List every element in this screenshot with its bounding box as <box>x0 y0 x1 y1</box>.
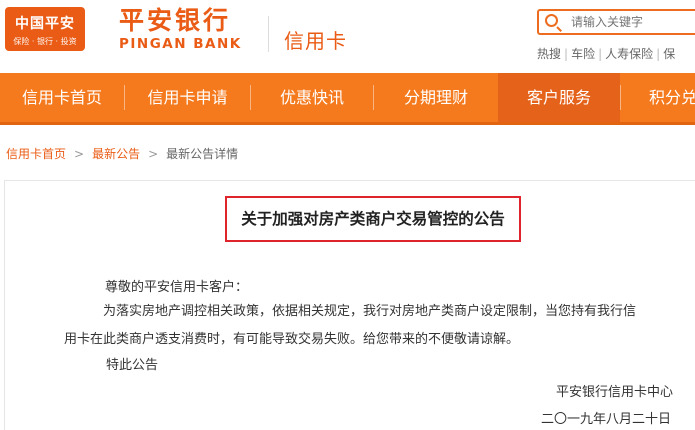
chevron-right-icon: > <box>148 147 159 161</box>
breadcrumb: 信用卡首页 > 最新公告 > 最新公告详情 <box>6 145 238 162</box>
hot-separator: | <box>656 47 661 61</box>
nav-item-installment[interactable]: 分期理财 <box>374 73 498 122</box>
breadcrumb-latest-notices[interactable]: 最新公告 <box>92 147 140 161</box>
nav-item-card-home[interactable]: 信用卡首页 <box>0 73 124 122</box>
breadcrumb-current: 最新公告详情 <box>166 147 239 161</box>
site-header: 中国平安 保险 · 银行 · 投资 平安银行 PINGAN BANK 信用卡 热… <box>0 0 695 73</box>
main-nav: 信用卡首页 信用卡申请 优惠快讯 分期理财 客户服务 积分兑 <box>0 73 695 125</box>
notice-signature: 平安银行信用卡中心 <box>556 385 674 400</box>
nav-item-customer-service[interactable]: 客户服务 <box>498 73 620 122</box>
bank-name-cn: 平安银行 <box>119 6 232 35</box>
header-divider <box>268 16 269 52</box>
nav-item-card-apply[interactable]: 信用卡申请 <box>125 73 250 122</box>
search-icon[interactable] <box>545 14 558 27</box>
logo-main-text: 中国平安 <box>15 16 75 32</box>
hot-link-car-insurance[interactable]: 车险 <box>571 45 595 62</box>
nav-item-promotions[interactable]: 优惠快讯 <box>251 73 373 122</box>
section-title: 信用卡 <box>284 29 347 53</box>
breadcrumb-card-home[interactable]: 信用卡首页 <box>6 147 66 161</box>
notice-date: 二〇一九年八月二十日 <box>541 412 672 427</box>
logo-sub-text: 保险 · 银行 · 投资 <box>13 37 77 46</box>
hot-label: 热搜 <box>537 47 562 61</box>
notice-title: 关于加强对房产类商户交易管控的公告 <box>225 196 521 242</box>
hot-link-life-insurance[interactable]: 人寿保险 <box>605 45 653 62</box>
notice-greeting: 尊敬的平安信用卡客户： <box>105 280 249 295</box>
hot-link-insurance[interactable]: 保 <box>663 45 675 62</box>
hot-separator: | <box>598 47 603 61</box>
notice-body-line-1: 为落实房地产调控相关政策，依据相关规定，我行对房地产类商户设定限制，当您持有我行… <box>103 304 637 319</box>
bank-name-en: PINGAN BANK <box>119 36 242 52</box>
hot-search-links: 热搜 | 车险 | 人寿保险 | 保 <box>537 45 675 62</box>
search-input[interactable] <box>571 13 695 31</box>
search-box[interactable] <box>537 9 695 35</box>
notice-closing: 特此公告 <box>106 358 159 373</box>
nav-item-points[interactable]: 积分兑 <box>621 73 695 122</box>
ping-an-group-logo[interactable]: 中国平安 保险 · 银行 · 投资 <box>5 7 85 51</box>
bank-logo[interactable]: 平安银行 PINGAN BANK <box>119 6 242 52</box>
notice-body-line-2: 用卡在此类商户透支消费时，有可能导致交易失败。给您带来的不便敬请谅解。 <box>64 332 520 347</box>
hot-separator: | <box>564 47 569 61</box>
chevron-right-icon: > <box>74 147 85 161</box>
